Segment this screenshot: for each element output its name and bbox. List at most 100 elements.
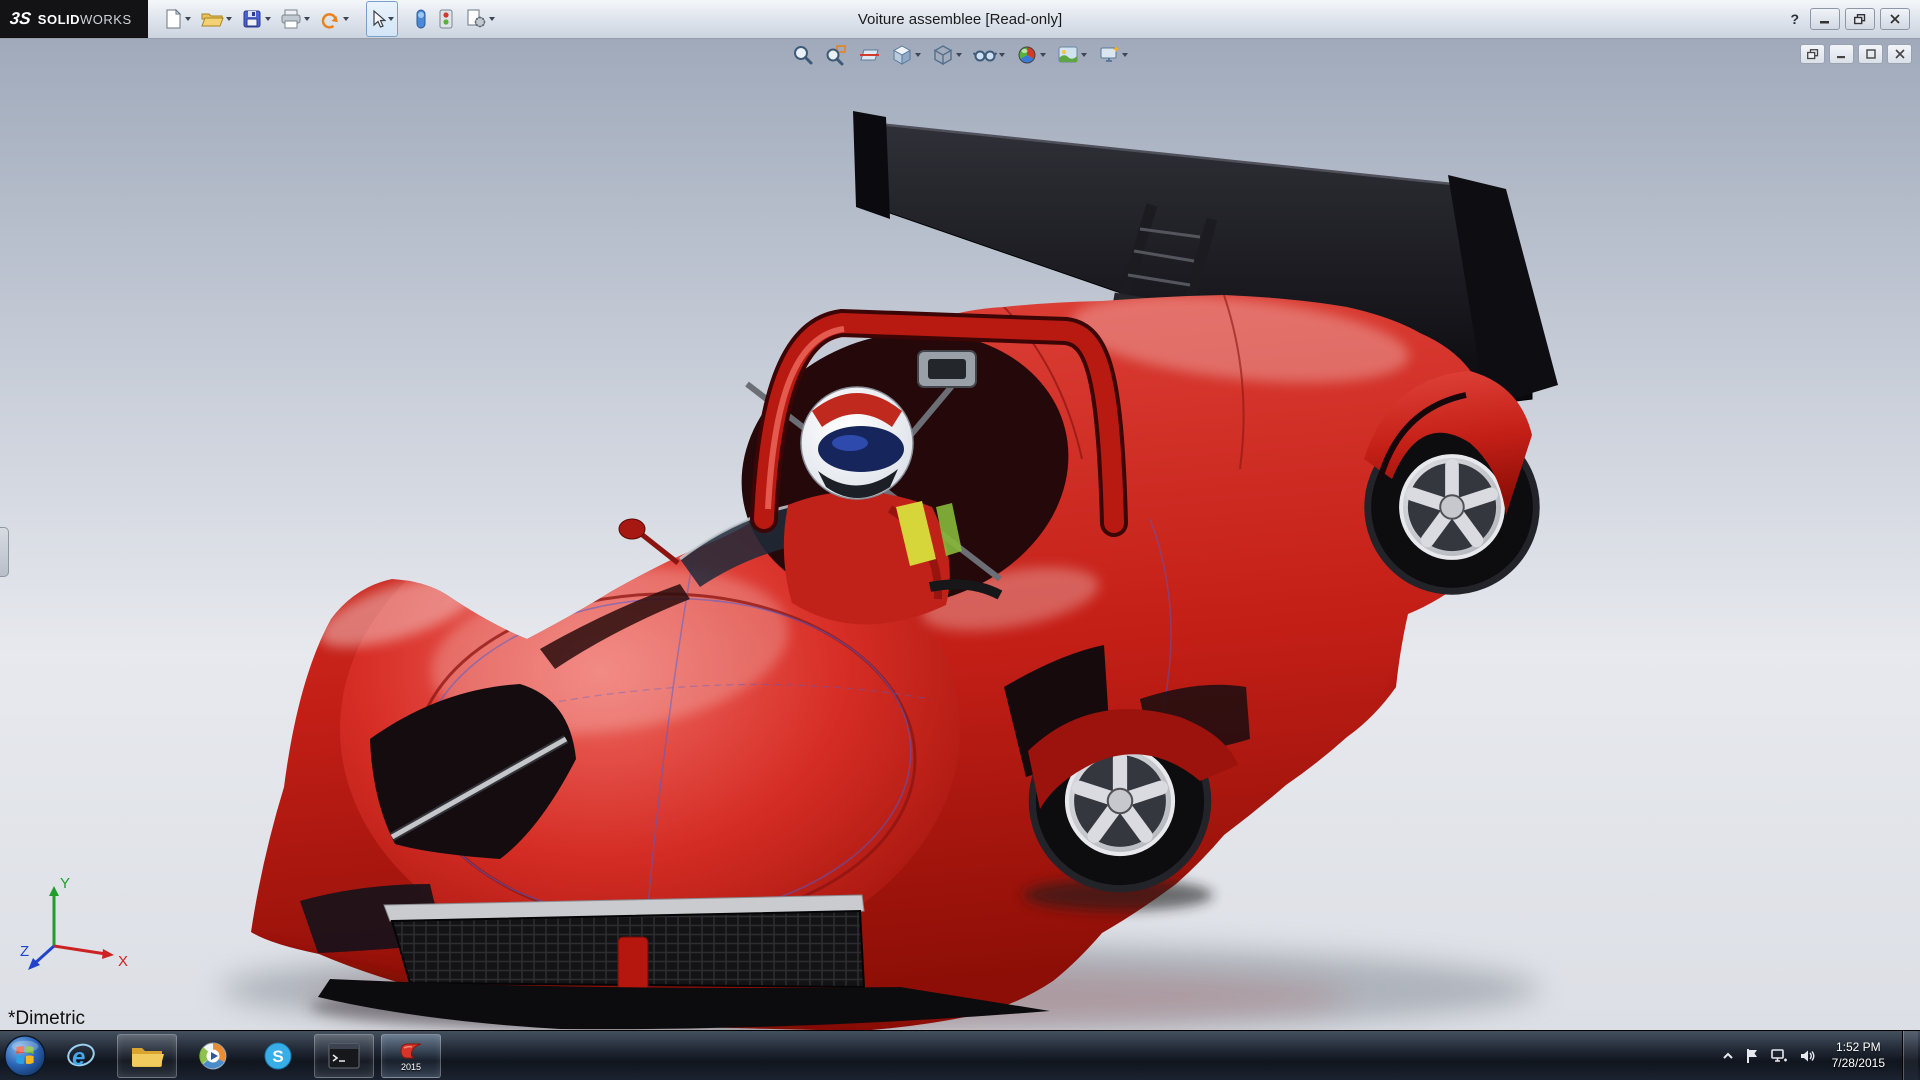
orientation-triad[interactable]: Y X Z bbox=[18, 864, 138, 989]
close-icon bbox=[1895, 49, 1905, 59]
window-title: Voiture assemblee [Read-only] bbox=[858, 11, 1062, 28]
doc-minimize-button[interactable] bbox=[1829, 44, 1854, 64]
restore-button[interactable] bbox=[1845, 8, 1875, 30]
skype-icon: S bbox=[263, 1041, 293, 1071]
close-icon bbox=[1890, 14, 1900, 24]
select-button[interactable] bbox=[366, 1, 398, 37]
chevron-down-icon bbox=[343, 17, 349, 21]
options-button[interactable] bbox=[462, 2, 498, 36]
folder-icon bbox=[130, 1042, 164, 1070]
scene-icon bbox=[1057, 44, 1079, 66]
instant3d-toggle-button[interactable] bbox=[412, 2, 430, 36]
glasses-icon bbox=[973, 44, 997, 66]
view-orientation-cube-icon bbox=[891, 44, 913, 66]
show-desktop-button[interactable] bbox=[1902, 1031, 1918, 1080]
zoom-to-area-icon bbox=[825, 44, 847, 66]
chevron-down-icon bbox=[999, 53, 1005, 57]
tray-expand-button[interactable] bbox=[1722, 1051, 1734, 1061]
chevron-down-icon bbox=[489, 17, 495, 21]
chevron-down-icon bbox=[956, 53, 962, 57]
taskbar-solidworks[interactable]: 2015 bbox=[381, 1034, 441, 1078]
taskbar-file-explorer[interactable] bbox=[117, 1034, 177, 1078]
titlebar: 3S SOLIDWORKS bbox=[0, 0, 1920, 39]
taskbar-internet-explorer[interactable]: e bbox=[52, 1035, 110, 1077]
action-center-button[interactable] bbox=[1745, 1048, 1759, 1064]
doc-restore-button[interactable] bbox=[1858, 44, 1883, 64]
taskbar: e bbox=[0, 1030, 1920, 1080]
hide-show-items-button[interactable] bbox=[971, 42, 1007, 68]
race-car-model bbox=[0, 39, 1920, 1031]
system-tray: 1:52 PM 7/28/2015 bbox=[1722, 1031, 1920, 1080]
doc-close-button[interactable] bbox=[1887, 44, 1912, 64]
chevron-down-icon bbox=[304, 17, 310, 21]
edit-appearance-button[interactable] bbox=[1014, 42, 1048, 68]
window-controls: ? bbox=[1784, 8, 1920, 30]
print-button[interactable] bbox=[277, 2, 313, 36]
taskbar-items: e bbox=[52, 1031, 441, 1080]
graphics-viewport[interactable]: Y X Z *Dimetric bbox=[0, 39, 1920, 1031]
start-button[interactable] bbox=[0, 1031, 50, 1080]
zoom-to-fit-icon bbox=[792, 44, 814, 66]
brand-name-light: WORKS bbox=[80, 12, 132, 27]
triad-axes: Y X Z bbox=[18, 864, 138, 984]
help-button[interactable]: ? bbox=[1784, 11, 1805, 27]
x-axis-label: X bbox=[118, 953, 128, 970]
doc-cascade-button[interactable] bbox=[1800, 44, 1825, 64]
y-axis-label: Y bbox=[60, 875, 70, 892]
apply-scene-button[interactable] bbox=[1055, 42, 1089, 68]
svg-text:e: e bbox=[72, 1044, 85, 1071]
rebuild-button[interactable] bbox=[433, 2, 459, 36]
view-settings-button[interactable] bbox=[1096, 42, 1130, 68]
network-icon bbox=[1770, 1048, 1788, 1064]
chevron-down-icon bbox=[1081, 53, 1087, 57]
new-document-button[interactable] bbox=[160, 2, 194, 36]
clock-date: 7/28/2015 bbox=[1832, 1056, 1885, 1072]
new-document-icon bbox=[163, 8, 183, 30]
volume-button[interactable] bbox=[1799, 1048, 1815, 1064]
chevron-down-icon bbox=[226, 17, 232, 21]
chevron-down-icon bbox=[265, 17, 271, 21]
cascade-icon bbox=[1807, 49, 1819, 60]
taskbar-clock[interactable]: 1:52 PM 7/28/2015 bbox=[1826, 1040, 1891, 1071]
speaker-icon bbox=[1799, 1048, 1815, 1064]
chevron-down-icon bbox=[388, 17, 394, 21]
restore-icon bbox=[1854, 14, 1866, 25]
taskbar-command-prompt[interactable] bbox=[314, 1034, 374, 1078]
headsup-view-toolbar bbox=[790, 42, 1130, 68]
network-status-button[interactable] bbox=[1770, 1048, 1788, 1064]
svg-text:S: S bbox=[272, 1047, 283, 1066]
desktop: 3S SOLIDWORKS bbox=[0, 0, 1920, 1080]
view-orientation-button[interactable] bbox=[889, 42, 923, 68]
document-window-controls bbox=[1800, 44, 1912, 64]
display-style-button[interactable] bbox=[930, 42, 964, 68]
zoom-to-area-button[interactable] bbox=[823, 42, 849, 68]
open-button[interactable] bbox=[197, 2, 235, 36]
undo-button[interactable] bbox=[316, 2, 352, 36]
view-settings-icon bbox=[1098, 44, 1120, 66]
clock-time: 1:52 PM bbox=[1832, 1040, 1885, 1056]
rebuild-icon bbox=[436, 8, 456, 30]
media-player-icon bbox=[198, 1041, 228, 1071]
restore-icon bbox=[1866, 49, 1876, 59]
panel-splitter-handle[interactable] bbox=[0, 527, 9, 577]
windows-start-icon bbox=[3, 1034, 47, 1078]
options-gear-icon bbox=[465, 8, 487, 30]
taskbar-skype[interactable]: S bbox=[249, 1035, 307, 1077]
section-view-icon bbox=[858, 44, 880, 66]
chevron-up-icon bbox=[1722, 1051, 1734, 1061]
save-button[interactable] bbox=[238, 2, 274, 36]
print-icon bbox=[280, 8, 302, 30]
close-button[interactable] bbox=[1880, 8, 1910, 30]
undo-icon bbox=[319, 8, 341, 30]
view-orientation-label: *Dimetric bbox=[8, 1008, 85, 1030]
instant3d-icon bbox=[415, 8, 427, 30]
solidworks-version-badge: 2015 bbox=[401, 1063, 421, 1072]
minimize-button[interactable] bbox=[1810, 8, 1840, 30]
chevron-down-icon bbox=[1122, 53, 1128, 57]
taskbar-media-player[interactable] bbox=[184, 1035, 242, 1077]
appearance-sphere-icon bbox=[1016, 44, 1038, 66]
zoom-to-fit-button[interactable] bbox=[790, 42, 816, 68]
open-folder-icon bbox=[200, 8, 224, 30]
section-view-button[interactable] bbox=[856, 42, 882, 68]
dassault-logo-icon: 3S bbox=[9, 9, 33, 29]
